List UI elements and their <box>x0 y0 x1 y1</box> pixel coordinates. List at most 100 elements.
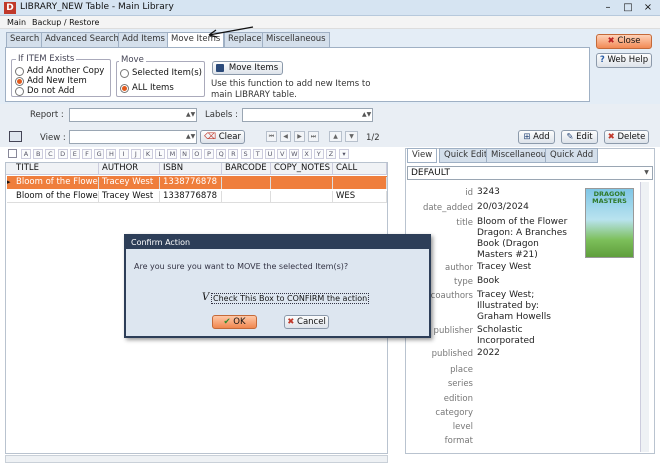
delete-button[interactable]: ✖ Delete <box>604 130 649 144</box>
web-help-button[interactable]: ? Web Help <box>596 53 652 68</box>
view-select[interactable] <box>69 130 197 144</box>
column-header-author[interactable]: AUTHOR <box>99 163 160 175</box>
cancel-icon: ✖ <box>287 317 295 327</box>
confirm-dialog <box>124 234 431 338</box>
maximize-button[interactable]: □ <box>620 1 636 15</box>
clear-button[interactable]: ⌫ Clear <box>200 130 245 144</box>
ok-button[interactable]: ✔ OK <box>212 315 257 329</box>
column-header-title[interactable]: TITLE <box>13 163 99 175</box>
first-page-icon[interactable]: ⏮ <box>266 131 277 142</box>
alphabet-letter-x[interactable]: X <box>301 149 312 159</box>
column-header-isbn[interactable]: ISBN <box>160 163 222 175</box>
labels-select[interactable] <box>242 108 373 122</box>
alphabet-letter-z[interactable]: Z <box>326 149 336 159</box>
calendar-icon[interactable] <box>9 131 22 142</box>
tab-add-items[interactable]: Add Items <box>118 32 169 47</box>
alphabet-letter-a[interactable]: A <box>21 149 31 159</box>
column-header-copy-notes[interactable]: COPY_NOTES <box>271 163 333 175</box>
check-icon: ✔ <box>223 317 231 327</box>
select-all-checkbox[interactable] <box>8 149 17 158</box>
minimize-button[interactable]: – <box>600 1 616 15</box>
alphabet-letter-t[interactable]: T <box>252 149 263 159</box>
tab-quick-add[interactable]: Quick Add <box>545 148 599 163</box>
close-button[interactable]: ✖ Close <box>596 34 652 49</box>
edit-icon: ✎ <box>566 132 574 142</box>
alphabet-letter-c[interactable]: C <box>45 149 56 159</box>
chevron-down-icon: ▼ <box>644 169 649 176</box>
alphabet-letter-i[interactable]: I <box>118 149 129 159</box>
sort-up-icon[interactable]: ▲ <box>329 131 342 142</box>
dialog-title: Confirm Action <box>126 236 429 249</box>
field-value-publisher: Scholastic Incorporated <box>477 325 535 346</box>
alphabet-letter-w[interactable]: W <box>289 149 300 159</box>
alphabet-letter-q[interactable]: Q <box>216 149 227 159</box>
alphabet-letter-b[interactable]: B <box>33 149 44 159</box>
alphabet-letter-g[interactable]: G <box>94 149 105 159</box>
alphabet-letter-o[interactable]: O <box>191 149 202 159</box>
radio-add-new-item[interactable] <box>15 77 24 86</box>
menu-backup-restore[interactable]: Backup / Restore <box>32 18 99 27</box>
prev-page-icon[interactable]: ◀ <box>280 131 291 142</box>
edit-button[interactable]: ✎ Edit <box>561 130 598 144</box>
alphabet-letter-s[interactable]: S <box>240 149 251 159</box>
tab-advanced-search[interactable]: Advanced Search <box>41 32 123 47</box>
clear-label: Clear <box>218 132 241 142</box>
radio-label: Do not Add <box>27 86 75 96</box>
table-cell: 1338776878 <box>160 177 222 189</box>
alphabet-letter-v[interactable]: V <box>277 149 288 159</box>
next-page-icon[interactable]: ▶ <box>294 131 305 142</box>
confirm-checkbox-label[interactable]: Check This Box to CONFIRM the action <box>211 293 370 304</box>
alphabet-letter-k[interactable]: K <box>143 149 153 159</box>
tab-view[interactable]: View <box>407 148 438 163</box>
field-name-place: place <box>450 365 473 375</box>
report-select[interactable] <box>69 108 197 122</box>
close-label: Close <box>617 36 641 46</box>
sort-down-icon[interactable]: ▼ <box>345 131 358 142</box>
view-template-select[interactable]: DEFAULT <box>407 166 653 180</box>
column-header-call[interactable]: CALL <box>333 163 387 175</box>
chevron-down-icon: ▲▼ <box>362 111 372 118</box>
move-icon <box>216 64 224 72</box>
field-name-format: format <box>444 436 473 446</box>
last-page-icon[interactable]: ⏭ <box>308 131 319 142</box>
alphabet-letter-y[interactable]: Y <box>313 149 324 159</box>
vertical-scrollbar[interactable] <box>640 182 649 452</box>
column-header-barcode[interactable]: BARCODE <box>222 163 271 175</box>
alphabet-letter-n[interactable]: N <box>179 149 190 159</box>
chevron-down-icon: ▲▼ <box>186 111 196 118</box>
table-cell <box>222 191 271 203</box>
alphabet-letter-u[interactable]: U <box>265 149 275 159</box>
alphabet-letter-d[interactable]: D <box>57 149 68 159</box>
alphabet-more-icon[interactable]: ▾ <box>339 149 349 159</box>
alphabet-letter-r[interactable]: R <box>228 149 239 159</box>
horizontal-scrollbar[interactable] <box>5 455 388 463</box>
close-window-button[interactable]: × <box>640 1 656 15</box>
add-label: Add <box>533 132 550 142</box>
radio-all-items[interactable] <box>120 84 129 93</box>
alphabet-letter-e[interactable]: E <box>69 149 80 159</box>
cancel-button[interactable]: ✖ Cancel <box>284 315 329 329</box>
radio-do-not-add[interactable] <box>15 87 24 96</box>
move-items-button[interactable]: Move Items <box>212 61 283 75</box>
alphabet-letter-p[interactable]: P <box>204 149 214 159</box>
confirm-checkbox[interactable]: V <box>202 292 209 303</box>
tab-miscellaneous[interactable]: Miscellaneous <box>262 32 330 47</box>
add-icon: ⊞ <box>523 132 531 142</box>
table-cell <box>271 191 333 203</box>
menu-main[interactable]: Main <box>7 18 26 27</box>
tab-quick-edit[interactable]: Quick Edit <box>439 148 493 163</box>
radio-label: Add Another Copy <box>27 66 105 76</box>
table-cell <box>271 177 333 189</box>
alphabet-letter-f[interactable]: F <box>82 149 92 159</box>
tab-search[interactable]: Search <box>6 32 44 47</box>
alphabet-letter-m[interactable]: M <box>167 149 178 159</box>
field-name-date-added: date_added <box>422 203 473 213</box>
radio-add-another-copy[interactable] <box>15 67 24 76</box>
chevron-down-icon: ▲▼ <box>186 133 196 140</box>
alphabet-letter-j[interactable]: J <box>130 149 141 159</box>
alphabet-letter-h[interactable]: H <box>106 149 117 159</box>
field-name-level: level <box>452 422 473 432</box>
add-button[interactable]: ⊞ Add <box>518 130 555 144</box>
alphabet-letter-l[interactable]: L <box>155 149 166 159</box>
radio-selected-items[interactable] <box>120 69 129 78</box>
